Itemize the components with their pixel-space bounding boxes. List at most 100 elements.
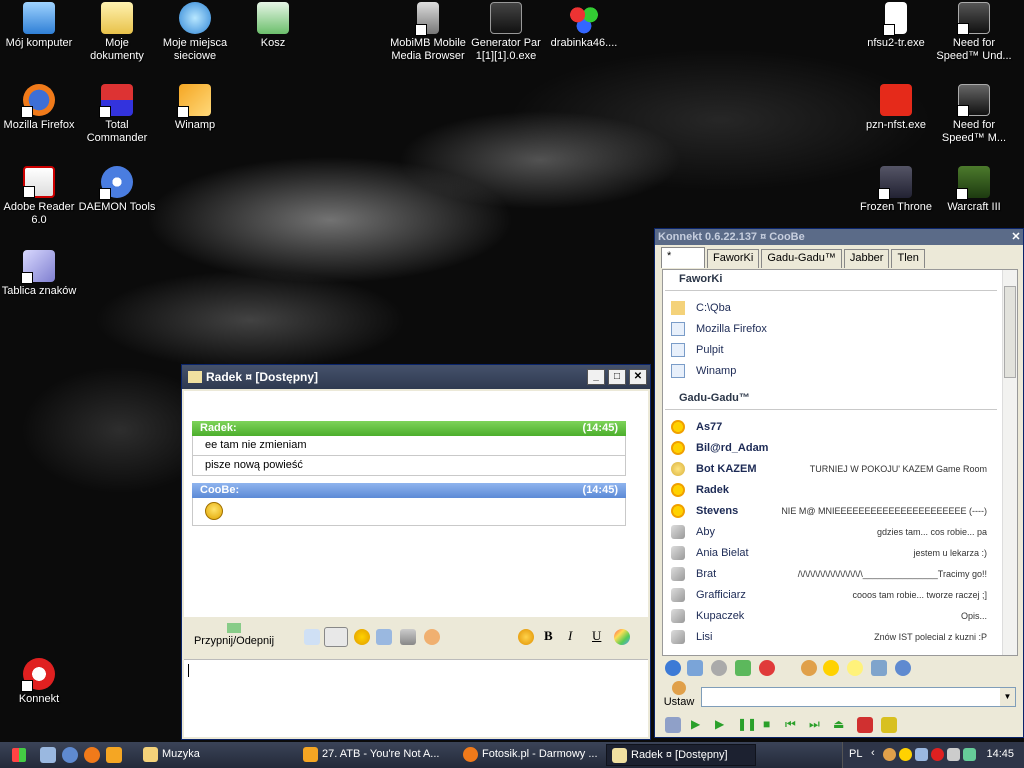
internet-explorer-icon[interactable] bbox=[62, 747, 78, 763]
info-icon[interactable] bbox=[665, 660, 681, 676]
color-palette-icon[interactable] bbox=[614, 629, 630, 645]
list-item[interactable]: Stevens NIE M@ MNIEEEEEEEEEEEEEEEEEEEEEE… bbox=[663, 500, 1017, 521]
send-file-button[interactable] bbox=[324, 627, 348, 647]
desktop-icon-konnekt[interactable]: Konnekt bbox=[0, 658, 78, 706]
desktop-icon-frozen-throne[interactable]: Frozen Throne bbox=[857, 166, 935, 214]
tab-all[interactable]: * bbox=[661, 247, 705, 268]
list-item[interactable]: Lisi Znów IST polecial z kuzni :P bbox=[663, 626, 1017, 647]
list-item[interactable]: As77 bbox=[663, 416, 1017, 437]
desktop-icon-firefox[interactable]: Mozilla Firefox bbox=[0, 84, 78, 132]
security-icon[interactable] bbox=[963, 748, 976, 761]
desktop-icon-recycle-bin[interactable]: Kosz bbox=[234, 2, 312, 50]
tab-gadu-gadu[interactable]: Gadu-Gadu™ bbox=[761, 249, 842, 268]
status-sun-icon[interactable] bbox=[354, 629, 370, 645]
desktop-icon-mobimb[interactable]: MobiMB Mobile Media Browser bbox=[389, 2, 467, 63]
playlist-icon[interactable] bbox=[857, 717, 873, 733]
desktop-icon-total-commander[interactable]: Total Commander bbox=[78, 84, 156, 145]
list-item[interactable]: Bot KAZEM TURNIEJ W POKOJU' KAZEM Game R… bbox=[663, 458, 1017, 479]
konnekt-tray-icon[interactable] bbox=[883, 748, 896, 761]
italic-button[interactable]: I bbox=[568, 628, 572, 644]
music-icon[interactable] bbox=[665, 717, 681, 733]
maximize-button[interactable]: □ bbox=[608, 369, 626, 385]
desktop-icon-adobe-reader[interactable]: Adobe Reader 6.0 bbox=[0, 166, 78, 227]
group-header-favorites[interactable]: FaworKi bbox=[665, 270, 997, 291]
add-contact-icon[interactable] bbox=[687, 660, 703, 676]
sound-icon[interactable] bbox=[424, 629, 440, 645]
stop-icon[interactable]: ■ bbox=[763, 717, 770, 731]
list-item[interactable]: Grafficiarz cooos tam robie... tworze ra… bbox=[663, 584, 1017, 605]
desktop-icon-nfs-mw[interactable]: Need for Speed™ M... bbox=[935, 84, 1013, 145]
taskbar-item-chat[interactable]: Radek ¤ [Dostępny] bbox=[606, 744, 756, 766]
desktop-icon-my-computer[interactable]: Mój komputer bbox=[0, 2, 78, 50]
tab-favorites[interactable]: FaworKi bbox=[707, 249, 760, 268]
status-description-combo[interactable]: ▼ bbox=[701, 687, 1016, 707]
bold-button[interactable]: B bbox=[544, 628, 553, 644]
chat-history[interactable]: Radek: (14:45) ee tam nie zmieniam pisze… bbox=[184, 391, 648, 617]
eject-icon[interactable]: ⏏ bbox=[833, 717, 844, 731]
user-icon[interactable] bbox=[801, 660, 817, 676]
tab-tlen[interactable]: Tlen bbox=[891, 249, 925, 268]
send-message-icon[interactable] bbox=[304, 629, 320, 645]
status-sun-icon[interactable] bbox=[899, 748, 912, 761]
desktop-icon-winamp[interactable]: Winamp bbox=[156, 84, 234, 132]
desktop-icon-network-places[interactable]: Moje miejsca sieciowe bbox=[156, 2, 234, 63]
tab-jabber[interactable]: Jabber bbox=[843, 249, 890, 268]
remove-icon[interactable] bbox=[759, 660, 775, 676]
konnekt-title-bar[interactable]: Konnekt 0.6.22.137 ¤ CooBe ✕ bbox=[655, 229, 1023, 245]
play-icon[interactable]: ▶ bbox=[715, 717, 724, 731]
list-item[interactable]: Ania Bielat jestem u lekarza :) bbox=[663, 542, 1017, 563]
windows-icon[interactable] bbox=[376, 629, 392, 645]
start-button[interactable] bbox=[0, 742, 40, 768]
desktop-icon-generator-par[interactable]: Generator Par 1[1][1].0.exe bbox=[467, 2, 545, 63]
profile-icon[interactable] bbox=[895, 660, 911, 676]
gear-icon[interactable] bbox=[711, 660, 727, 676]
lightbulb-icon[interactable] bbox=[847, 660, 863, 676]
scrollbar-thumb[interactable] bbox=[1004, 286, 1016, 378]
status-sun-icon[interactable] bbox=[823, 660, 839, 676]
language-indicator[interactable]: PL bbox=[849, 748, 862, 760]
close-button[interactable]: ✕ bbox=[629, 369, 647, 385]
desktop-icon-nfs-underground[interactable]: Need for Speed™ Und... bbox=[935, 2, 1013, 63]
desktop-icon-nfsu2-tr[interactable]: nfsu2-tr.exe bbox=[857, 2, 935, 50]
volume-icon[interactable] bbox=[947, 748, 960, 761]
chat-scrollbar[interactable] bbox=[636, 421, 646, 617]
contact-list-scrollbar[interactable] bbox=[1002, 270, 1017, 655]
equalizer-icon[interactable] bbox=[881, 717, 897, 733]
hourglass-history-icon[interactable] bbox=[400, 629, 416, 645]
list-item[interactable]: Bil@rd_Adam bbox=[663, 437, 1017, 458]
list-item[interactable]: C:\Qba bbox=[663, 297, 1017, 318]
desktop-icon-daemon-tools[interactable]: DAEMON Tools bbox=[78, 166, 156, 214]
list-item[interactable]: Aby gdzies tam... cos robie... pa bbox=[663, 521, 1017, 542]
show-desktop-icon[interactable] bbox=[40, 747, 56, 763]
underline-button[interactable]: U bbox=[592, 628, 601, 644]
desktop-icon-pzn-nfst[interactable]: pzn-nfst.exe bbox=[857, 84, 935, 132]
list-item[interactable]: Pulpit bbox=[663, 339, 1017, 360]
monitor-icon[interactable] bbox=[871, 660, 887, 676]
list-item[interactable]: Winamp bbox=[663, 360, 1017, 381]
minimize-button[interactable]: _ bbox=[587, 369, 605, 385]
winamp-icon[interactable] bbox=[106, 747, 122, 763]
previous-track-icon[interactable]: ⏮ bbox=[785, 717, 796, 732]
emoticons-icon[interactable] bbox=[518, 629, 534, 645]
chevron-down-icon[interactable]: ▼ bbox=[1000, 688, 1015, 706]
list-item[interactable]: Brat /\/\/\/\/\/\/\/\/\/\/\/\/\_________… bbox=[663, 563, 1017, 584]
group-header-gadu-gadu[interactable]: Gadu-Gadu™ bbox=[665, 389, 997, 410]
desktop-icon-drabinka[interactable]: drabinka46.... bbox=[545, 2, 623, 50]
clock[interactable]: 14:45 bbox=[986, 748, 1014, 760]
next-track-icon[interactable]: ⏭ bbox=[809, 717, 820, 732]
list-item[interactable]: Kupaczek Opis... bbox=[663, 605, 1017, 626]
taskbar-item-firefox[interactable]: Fotosik.pl - Darmowy ... bbox=[458, 744, 606, 766]
message-input[interactable] bbox=[184, 659, 648, 737]
taskbar-item-music-folder[interactable]: Muzyka bbox=[138, 744, 298, 766]
contact-list[interactable]: FaworKi C:\Qba Mozilla Firefox Pulpit Wi… bbox=[662, 269, 1018, 656]
pin-unpin-button[interactable]: Przypnij/Odepnij bbox=[192, 623, 276, 647]
plugins-icon[interactable] bbox=[735, 660, 751, 676]
close-button[interactable]: ✕ bbox=[1009, 229, 1023, 245]
chevron-left-icon[interactable]: ‹ bbox=[871, 747, 875, 759]
desktop-icon-my-documents[interactable]: Moje dokumenty bbox=[78, 2, 156, 63]
antivirus-icon[interactable] bbox=[931, 748, 944, 761]
chat-window-title-bar[interactable]: Radek ¤ [Dostępny] _ □ ✕ bbox=[182, 365, 650, 389]
desktop-icon-warcraft[interactable]: Warcraft III bbox=[935, 166, 1013, 214]
set-status-button[interactable]: Ustaw bbox=[663, 681, 695, 708]
desktop-icon-character-map[interactable]: Tablica znaków bbox=[0, 250, 78, 298]
